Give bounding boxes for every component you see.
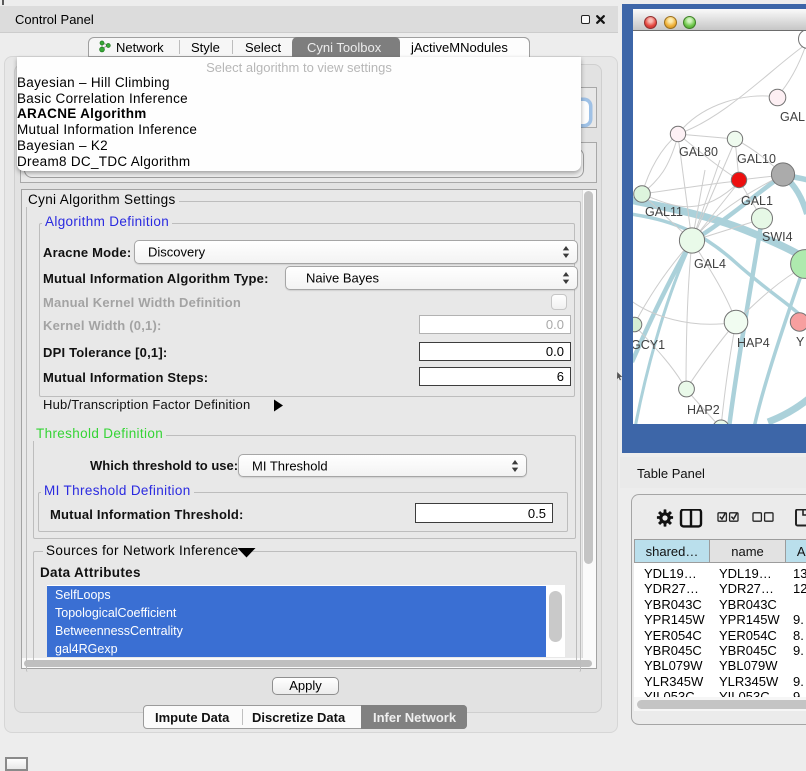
svg-text:HAP4: HAP4 — [737, 336, 770, 350]
svg-text:GCY1: GCY1 — [633, 338, 665, 352]
svg-text:GAL: GAL — [780, 110, 805, 124]
svg-text:Y: Y — [796, 335, 805, 349]
svg-text:HAP2: HAP2 — [687, 403, 720, 417]
svg-text:GAL10: GAL10 — [737, 152, 776, 166]
svg-text:GAL1: GAL1 — [741, 194, 773, 208]
svg-text:GAL4: GAL4 — [694, 257, 726, 271]
svg-text:GAL80: GAL80 — [679, 145, 718, 159]
svg-text:SWI4: SWI4 — [762, 230, 793, 244]
svg-text:GAL11: GAL11 — [645, 205, 683, 219]
